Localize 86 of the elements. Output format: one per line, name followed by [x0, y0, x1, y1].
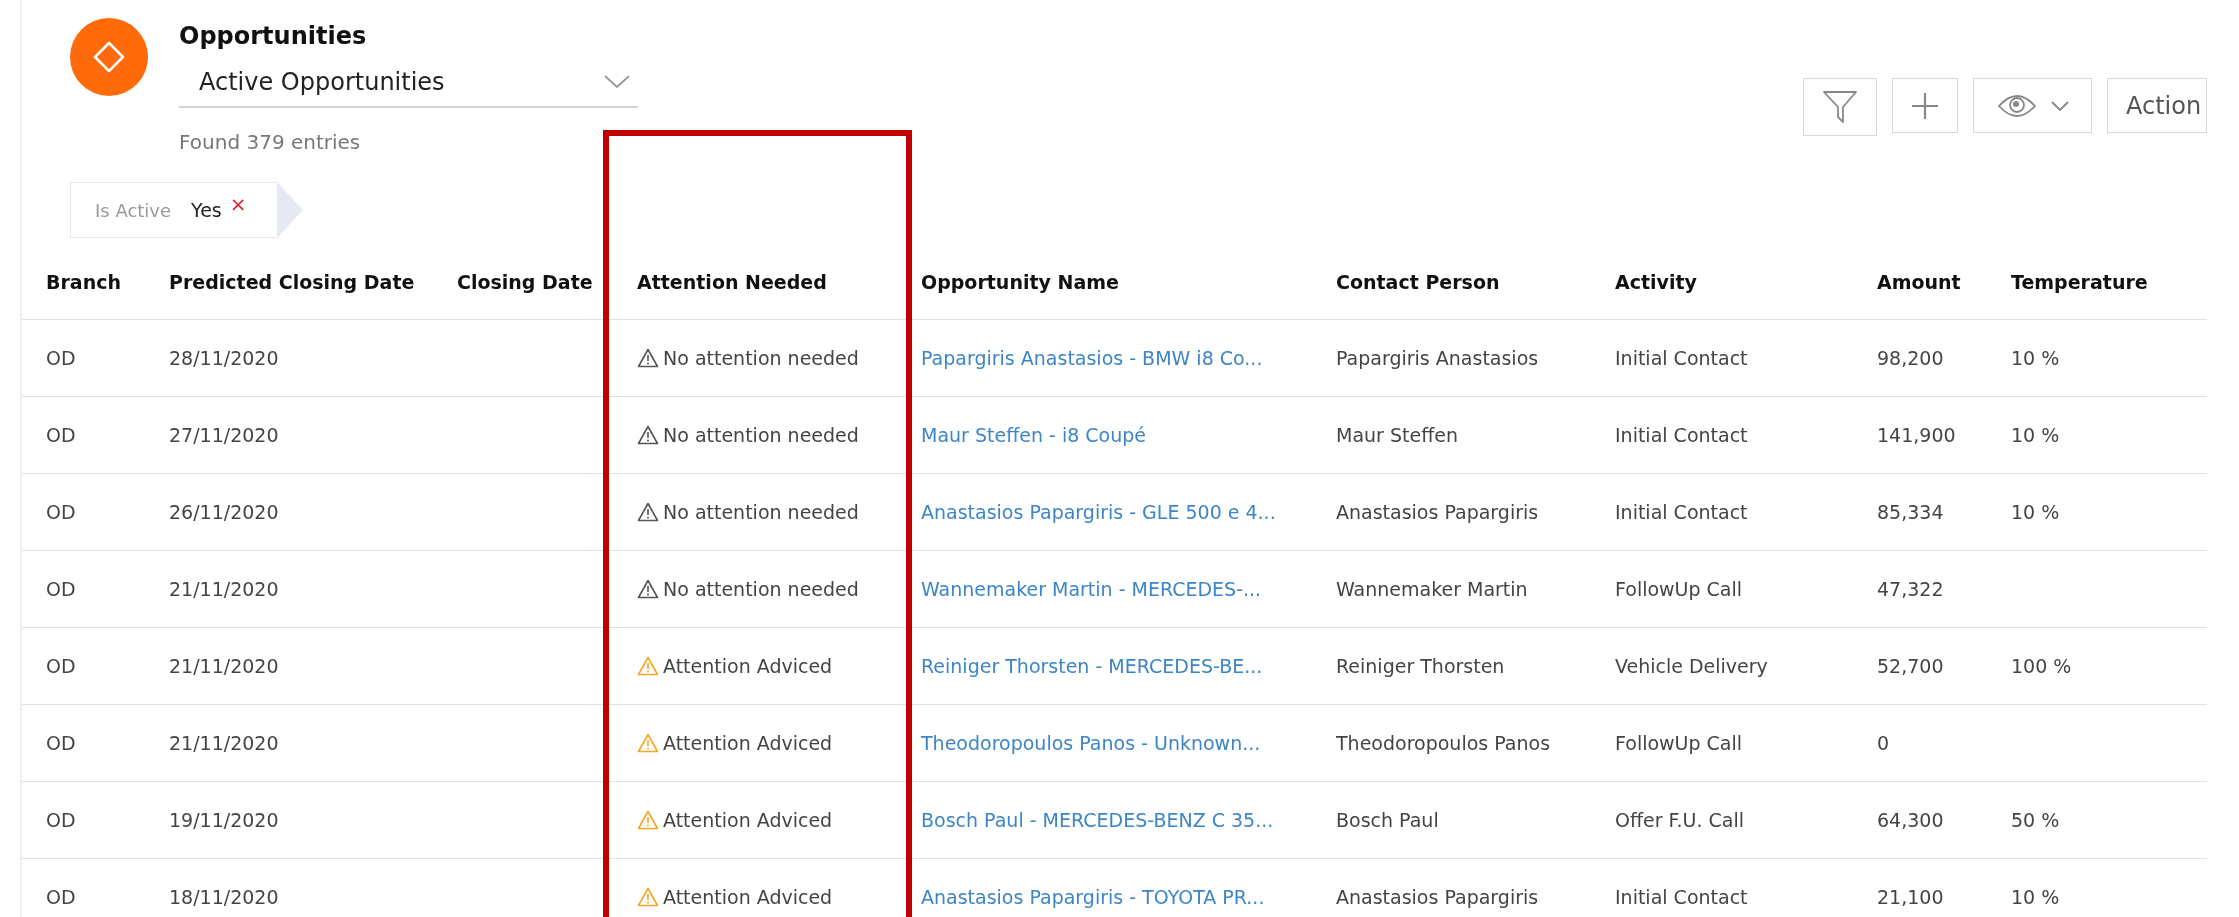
table-cell-text: OD — [46, 501, 77, 523]
table-cell-text: FollowUp Call — [1615, 732, 1744, 754]
table-cell-text: OD — [46, 424, 77, 446]
table-cell-text: 141,900 — [1877, 424, 1957, 446]
table-cell-text: 10 % — [2011, 424, 2061, 446]
table-cell-text: 47,322 — [1877, 578, 1945, 600]
table-cell-text: 21/11/2020 — [169, 732, 280, 754]
table-cell-text: Initial Contact — [1615, 886, 1749, 908]
column-header[interactable]: Temperature — [2011, 270, 2203, 293]
table-cell-text: 85,334 — [1877, 501, 1945, 523]
table-cell-text: Initial Contact — [1615, 424, 1749, 446]
table-cell-text: OD — [46, 578, 77, 600]
opportunity-link[interactable]: Anastasios Papargiris - GLE 500 e 4... — [921, 501, 1336, 523]
opportunity-link[interactable]: Papargiris Anastasios - BMW i8 Co... — [921, 347, 1336, 369]
table-cell-text: 19/11/2020 — [169, 809, 280, 831]
table-cell-text: 21/11/2020 — [169, 655, 280, 677]
add-button[interactable] — [1892, 78, 1958, 133]
table-cell-text: Theodoropoulos Panos — [1336, 732, 1552, 754]
attention-status: No attention needed — [663, 424, 859, 446]
table-cell-text: 64,300 — [1877, 809, 1945, 831]
opportunity-link[interactable]: Wannemaker Martin - MERCEDES-... — [921, 578, 1336, 600]
opportunity-link[interactable]: Anastasios Papargiris - TOYOTA PR... — [921, 886, 1336, 908]
table-cell-text: Initial Contact — [1615, 347, 1749, 369]
column-header[interactable]: Closing Date — [457, 270, 637, 293]
table-cell-text: 10 % — [2011, 886, 2061, 908]
view-dropdown[interactable]: Active Opportunities — [179, 58, 638, 108]
table-cell-text: 100 % — [2011, 655, 2073, 677]
page-title: Opportunities — [179, 22, 368, 50]
column-header[interactable]: Branch — [46, 270, 169, 293]
opportunity-link[interactable]: Reiniger Thorsten - MERCEDES-BE... — [921, 655, 1336, 677]
table-cell-text: Maur Steffen — [1336, 424, 1459, 446]
table-cell-text: 50 % — [2011, 809, 2061, 831]
table-cell-text: OD — [46, 347, 77, 369]
table-cell-text: Vehicle Delivery — [1615, 655, 1769, 677]
table-cell-text: Bosch Paul — [1336, 809, 1440, 831]
table-cell-text: Reiniger Thorsten — [1336, 655, 1506, 677]
plus-icon — [1911, 91, 1939, 120]
attention-status: Attention Adviced — [663, 655, 833, 677]
table-cell-text: 28/11/2020 — [169, 347, 280, 369]
table-cell-text: Anastasios Papargiris — [1336, 886, 1540, 908]
table-cell-text: 26/11/2020 — [169, 501, 280, 523]
table-cell-text: 10 % — [2011, 347, 2061, 369]
table-cell-text: 52,700 — [1877, 655, 1945, 677]
table-cell-text: 21,100 — [1877, 886, 1945, 908]
table-cell-text: 98,200 — [1877, 347, 1945, 369]
column-header[interactable]: Contact Person — [1336, 270, 1615, 293]
table-cell-text: Initial Contact — [1615, 501, 1749, 523]
attention-status: No attention needed — [663, 578, 859, 600]
table-cell-text: 0 — [1877, 732, 1891, 754]
table-cell-text: OD — [46, 732, 77, 754]
remove-filter-button[interactable]: × — [229, 192, 247, 216]
filter-button[interactable] — [1803, 78, 1877, 136]
table-cell-text: FollowUp Call — [1615, 578, 1744, 600]
actions-button[interactable]: Action — [2107, 78, 2207, 133]
table-cell-text: Anastasios Papargiris — [1336, 501, 1540, 523]
entries-count: Found 379 entries — [179, 130, 362, 154]
column-header[interactable]: Opportunity Name — [921, 270, 1336, 293]
filter-value: Yes — [191, 199, 222, 221]
opportunity-link[interactable]: Theodoropoulos Panos - Unknown... — [921, 732, 1336, 754]
attention-status: Attention Adviced — [663, 809, 833, 831]
table-cell-text: 10 % — [2011, 501, 2061, 523]
column-header[interactable]: Activity — [1615, 270, 1877, 293]
table-cell-text: OD — [46, 886, 77, 908]
column-header[interactable]: Predicted Closing Date — [169, 270, 457, 293]
table-cell-text: OD — [46, 809, 77, 831]
chevron-down-icon — [604, 75, 630, 89]
table-cell-text: 18/11/2020 — [169, 886, 280, 908]
column-header[interactable]: Attention Needed — [637, 270, 921, 293]
opportunity-link[interactable]: Maur Steffen - i8 Coupé — [921, 424, 1336, 446]
table-cell-text: Papargiris Anastasios — [1336, 347, 1540, 369]
attention-status: No attention needed — [663, 501, 859, 523]
column-header[interactable]: Amount — [1877, 270, 2011, 293]
opportunity-link[interactable]: Bosch Paul - MERCEDES-BENZ C 35... — [921, 809, 1336, 831]
table-cell-text: Offer F.U. Call — [1615, 809, 1745, 831]
attention-status: Attention Adviced — [663, 886, 833, 908]
filter-label: Is Active — [95, 199, 172, 221]
attention-status: No attention needed — [663, 347, 859, 369]
view-options-button[interactable] — [1973, 78, 2092, 133]
chevron-down-icon — [2050, 100, 2069, 111]
diamond-icon — [92, 40, 126, 74]
filter-icon — [1822, 89, 1858, 125]
table-cell-text: 27/11/2020 — [169, 424, 280, 446]
attention-status: Attention Adviced — [663, 732, 833, 754]
table-cell-text: Wannemaker Martin — [1336, 578, 1529, 600]
table-cell-text: OD — [46, 655, 77, 677]
table-cell-text: 21/11/2020 — [169, 578, 280, 600]
